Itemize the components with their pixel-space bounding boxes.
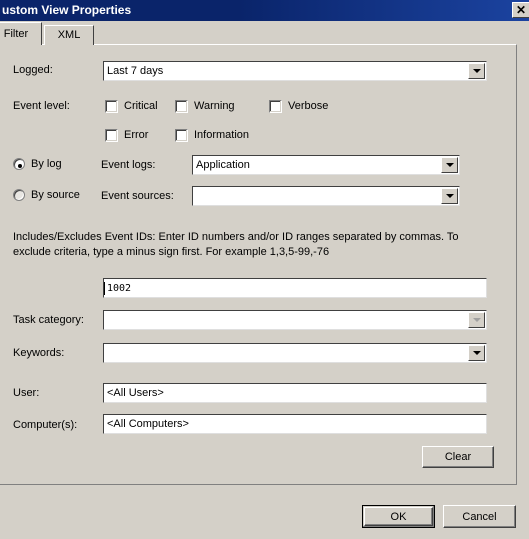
ok-button[interactable]: OK (362, 505, 435, 528)
chevron-down-icon (472, 351, 481, 355)
computers-label: Computer(s): (13, 419, 78, 431)
task-category-label: Task category: (13, 314, 84, 326)
event-sources-dropdown-arrow[interactable] (441, 188, 458, 204)
user-label: User: (13, 387, 40, 399)
logged-combobox[interactable]: Last 7 days (103, 61, 487, 81)
tab-xml[interactable]: XML (44, 25, 94, 45)
ok-button-label: OK (390, 510, 407, 523)
chevron-down-icon (445, 163, 454, 167)
radio-box (13, 189, 25, 201)
custom-view-properties-dialog: ustom View Properties ✕ Filter XML Logge… (0, 0, 529, 539)
checkbox-label: Error (124, 129, 149, 141)
window-title: ustom View Properties (2, 3, 132, 17)
task-category-combobox[interactable] (103, 310, 487, 330)
logged-value: Last 7 days (107, 65, 164, 77)
event-logs-combobox[interactable]: Application (192, 155, 460, 175)
radio-box (13, 158, 25, 170)
clear-button-label: Clear (444, 451, 472, 463)
checkbox-label: Warning (194, 100, 235, 112)
checkbox-box (105, 100, 118, 113)
event-logs-label: Event logs: (101, 159, 156, 171)
radio-dot-icon (18, 164, 22, 168)
checkbox-box (175, 129, 188, 142)
keywords-dropdown-arrow[interactable] (468, 345, 485, 361)
logged-label: Logged: (13, 64, 53, 76)
radio-label: By log (31, 158, 62, 170)
event-ids-input[interactable]: 1002 (103, 278, 487, 298)
tab-filter[interactable]: Filter (0, 22, 42, 45)
chevron-down-icon (445, 194, 454, 198)
checkbox-box (175, 100, 188, 113)
clear-button[interactable]: Clear (422, 446, 494, 468)
user-input[interactable]: <All Users> (103, 383, 487, 403)
logged-dropdown-arrow[interactable] (468, 63, 485, 79)
event-sources-combobox[interactable] (192, 186, 460, 206)
keywords-label: Keywords: (13, 347, 65, 359)
event-ids-value: 1002 (104, 282, 132, 295)
user-value: <All Users> (107, 387, 164, 399)
title-bar[interactable]: ustom View Properties ✕ (0, 0, 529, 21)
radio-label: By source (31, 189, 80, 201)
checkbox-box (269, 100, 282, 113)
close-icon: ✕ (515, 3, 527, 17)
checkbox-box (105, 129, 118, 142)
event-logs-dropdown-arrow[interactable] (441, 157, 458, 173)
checkbox-label: Verbose (288, 100, 329, 112)
event-ids-help-text: Includes/Excludes Event IDs: Enter ID nu… (13, 231, 459, 258)
event-sources-label: Event sources: (101, 190, 174, 202)
computers-input[interactable]: <All Computers> (103, 414, 487, 434)
checkbox-label: Information (194, 129, 250, 141)
keywords-combobox[interactable] (103, 343, 487, 363)
cancel-button[interactable]: Cancel (443, 505, 516, 528)
task-category-dropdown-arrow[interactable] (468, 312, 485, 328)
close-button[interactable]: ✕ (512, 2, 529, 18)
chevron-down-icon (472, 318, 481, 322)
event-level-label: Event level: (13, 100, 70, 112)
chevron-down-icon (472, 69, 481, 73)
cancel-button-label: Cancel (462, 510, 497, 523)
tab-strip: Filter XML (0, 22, 529, 45)
event-logs-value: Application (196, 159, 250, 171)
checkbox-label: Critical (124, 100, 158, 112)
computers-value: <All Computers> (107, 418, 189, 430)
